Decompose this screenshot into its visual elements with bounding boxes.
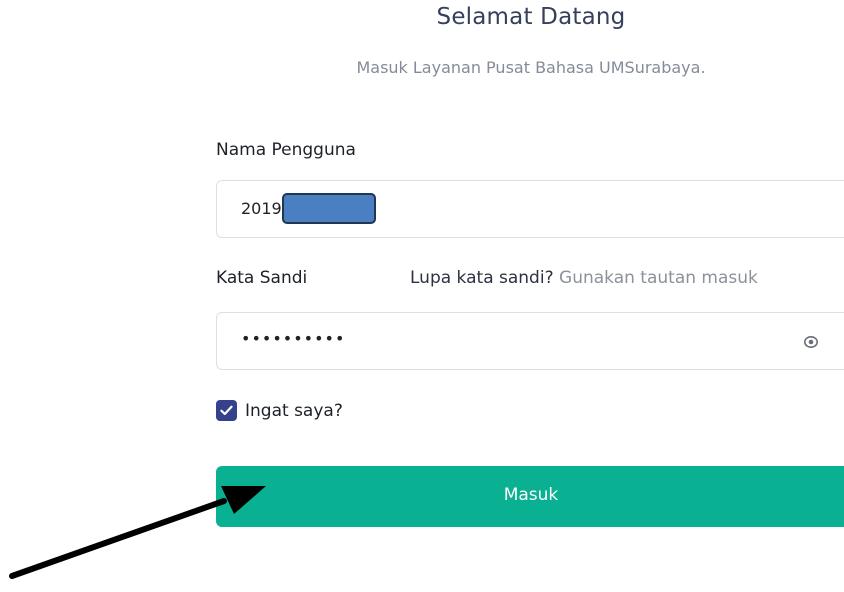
username-label: Nama Pengguna xyxy=(216,140,356,160)
forgot-password-text: Lupa kata sandi? Gunakan tautan masuk xyxy=(410,268,758,288)
username-value: 2019 xyxy=(241,199,282,218)
remember-me: Ingat saya? xyxy=(216,400,343,421)
login-button[interactable]: Masuk xyxy=(216,466,844,527)
login-page: Selamat Datang Masuk Layanan Pusat Bahas… xyxy=(0,0,844,592)
checkmark-icon xyxy=(220,405,233,416)
password-input[interactable]: •••••••••• xyxy=(216,312,844,370)
redaction-box xyxy=(282,193,376,224)
magic-link-login[interactable]: Gunakan tautan masuk xyxy=(559,268,758,288)
password-masked-value: •••••••••• xyxy=(241,329,346,348)
forgot-password-prompt: Lupa kata sandi? xyxy=(410,268,554,288)
login-button-label: Masuk xyxy=(503,485,559,505)
eye-icon[interactable] xyxy=(803,334,819,350)
remember-label: Ingat saya? xyxy=(245,400,343,421)
page-subtitle: Masuk Layanan Pusat Bahasa UMSurabaya. xyxy=(356,58,706,77)
page-title: Selamat Datang xyxy=(436,4,626,30)
password-label: Kata Sandi xyxy=(216,268,308,288)
remember-checkbox[interactable] xyxy=(216,400,237,421)
